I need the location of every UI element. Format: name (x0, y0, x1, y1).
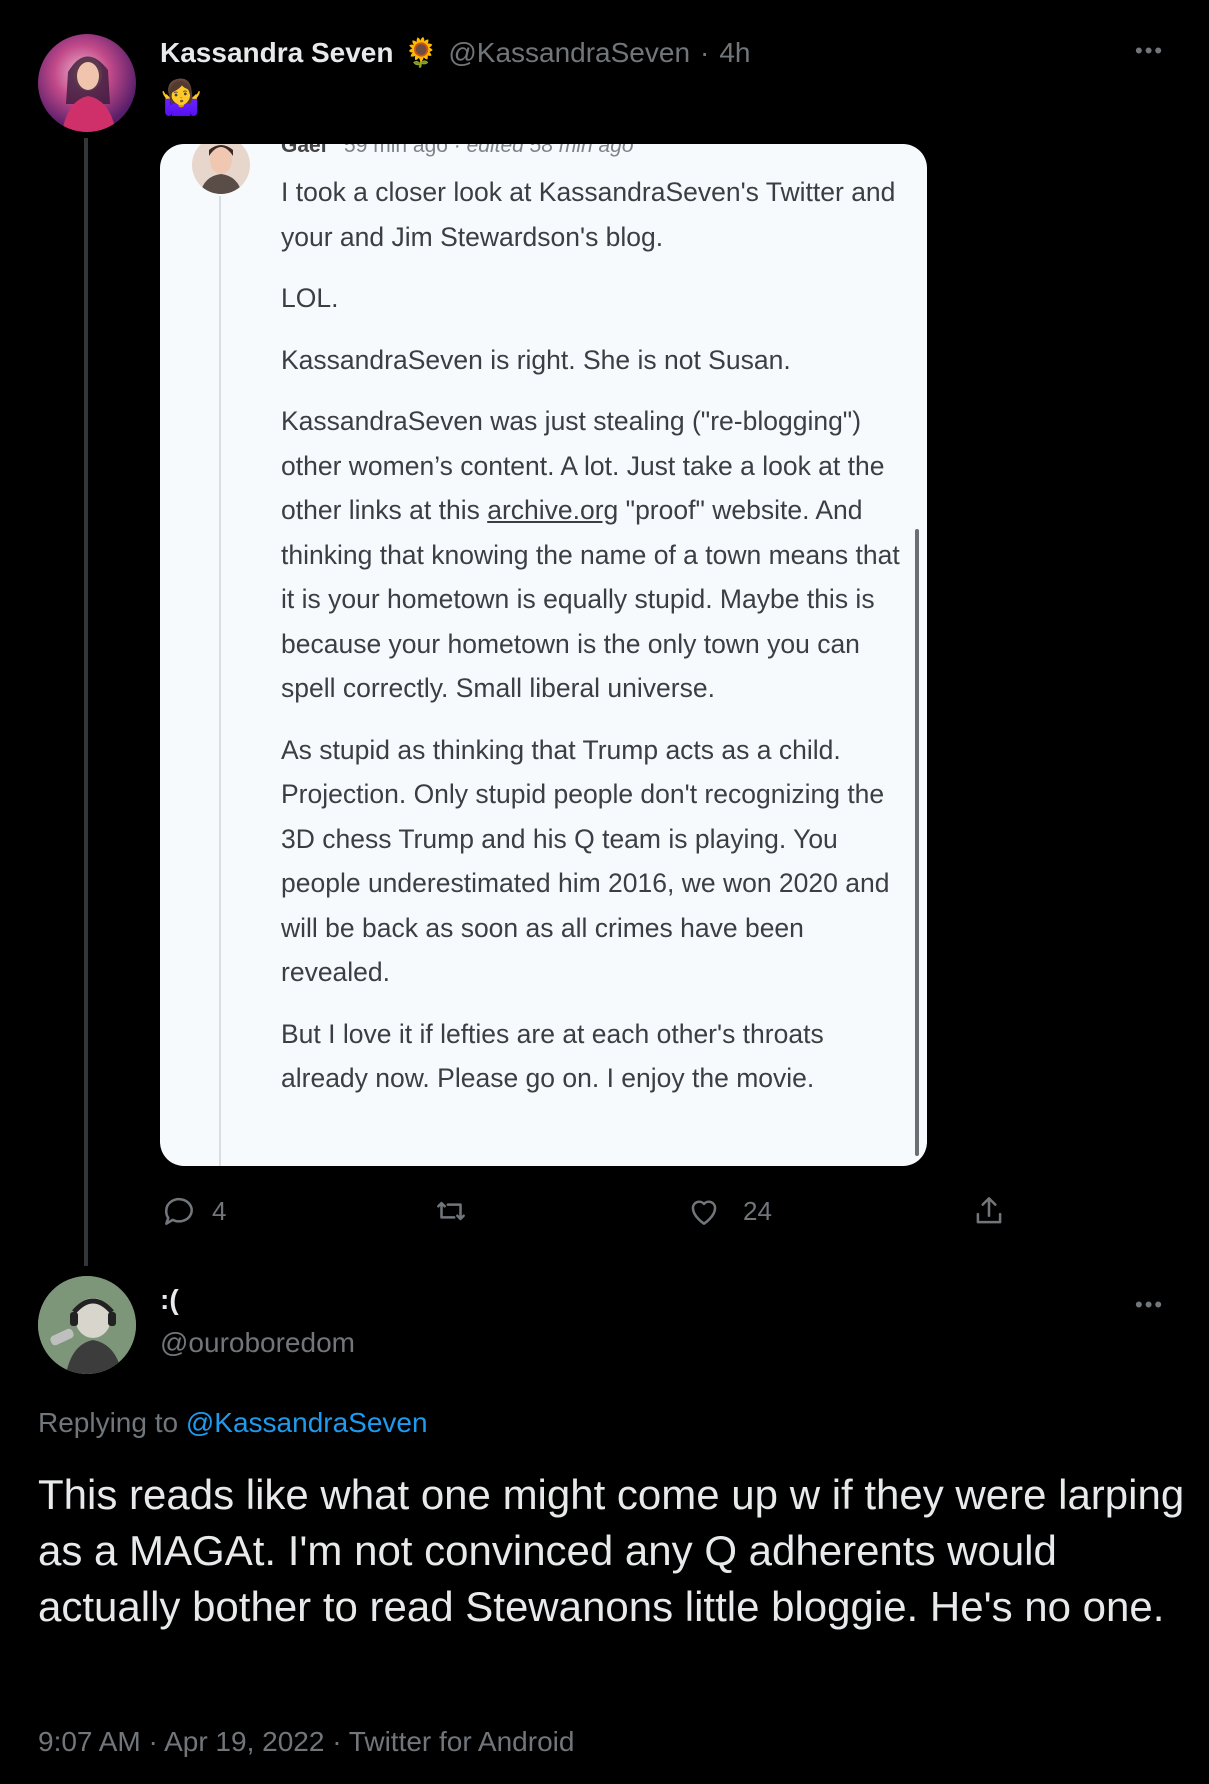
comment-paragraph: KassandraSeven was just stealing ("re-bl… (281, 399, 909, 711)
separator: · (700, 36, 710, 68)
comment-paragraph: I took a closer look at KassandraSeven's… (281, 177, 896, 252)
comment-paragraph: But I love it if lefties are at each oth… (281, 1018, 824, 1094)
comment-author: Gael (281, 144, 327, 157)
embedded-screenshot[interactable]: Gael 59 min ago · edited 58 min ago I to… (160, 144, 927, 1166)
replying-to-handle[interactable]: @KassandraSeven (186, 1407, 428, 1438)
reply-count: 4 (212, 1195, 227, 1226)
retweet-button[interactable] (432, 1192, 470, 1230)
replying-to-label: Replying to (38, 1407, 179, 1438)
comment-time: 59 min ago (344, 144, 448, 157)
display-name[interactable]: Kassandra Seven (160, 37, 393, 69)
comment-text: "proof" website. And thinking that knowi… (281, 495, 900, 703)
comment-paragraph: As stupid as thinking that Trump acts as… (281, 734, 890, 988)
comment-edited: · edited 58 min ago (453, 144, 634, 157)
archive-link: archive.org (487, 495, 619, 525)
handle[interactable]: @ouroboredom (160, 1327, 355, 1359)
tweet-text: This reads like what one might come up w… (38, 1471, 1185, 1630)
display-name[interactable]: :( (160, 1284, 179, 1316)
avatar-ouroboredom[interactable] (38, 1276, 136, 1374)
avatar-art-icon (62, 56, 116, 132)
more-options-icon[interactable]: ••• (1135, 38, 1164, 64)
heart-icon (691, 1200, 717, 1225)
shrug-emoji: 🤷‍♀️ (160, 79, 203, 117)
like-button[interactable]: 24 (685, 1192, 772, 1230)
thread-line (84, 138, 88, 1266)
avatar-art-icon (38, 1276, 136, 1374)
share-icon (976, 1197, 1002, 1224)
reply-icon (164, 1197, 193, 1225)
indent-line (219, 196, 221, 1166)
share-button[interactable] (970, 1192, 1008, 1230)
like-count: 24 (743, 1195, 772, 1226)
gael-avatar (192, 144, 250, 194)
more-options-icon[interactable]: ••• (1135, 1292, 1164, 1318)
reply-button[interactable]: 4 (160, 1192, 226, 1230)
scrollbar (915, 529, 919, 1156)
retweet-icon (437, 1201, 465, 1221)
comment-paragraph: LOL. (281, 283, 339, 313)
avatar-kassandra[interactable] (38, 34, 136, 132)
comment-body: I took a closer look at KassandraSeven's… (281, 170, 909, 1118)
timestamp[interactable]: 4h (719, 37, 750, 69)
comment-paragraph: KassandraSeven is right. She is not Susa… (281, 344, 791, 375)
sunflower-badge-icon: 🌻 (403, 37, 439, 68)
person-icon (200, 145, 242, 194)
handle[interactable]: @KassandraSeven (448, 37, 690, 69)
tweet-meta[interactable]: 9:07 AM · Apr 19, 2022 · Twitter for And… (38, 1726, 574, 1758)
